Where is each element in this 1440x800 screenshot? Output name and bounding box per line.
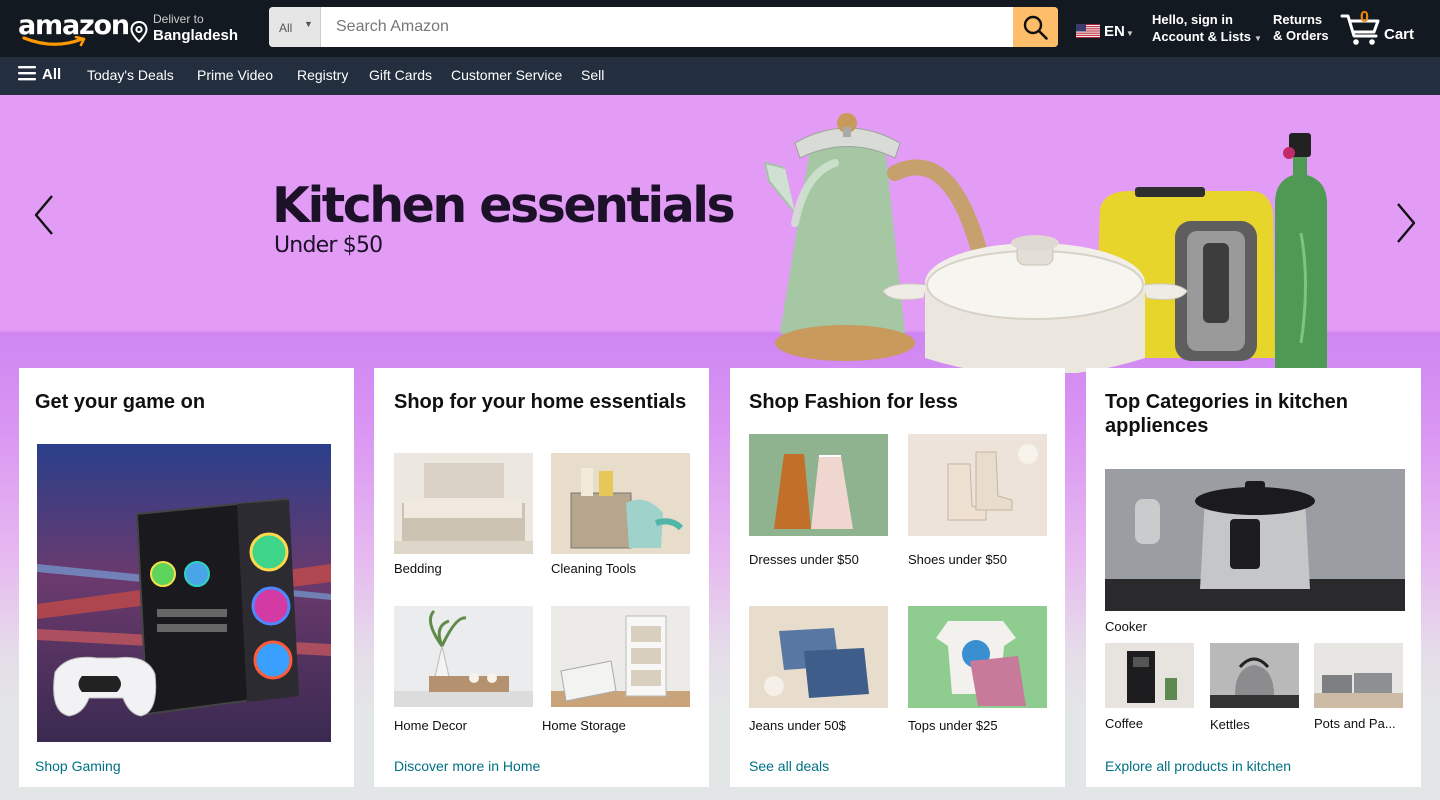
logo-smile-icon xyxy=(22,36,86,47)
nav-link-customer-service[interactable]: Customer Service xyxy=(451,67,562,83)
tops-image xyxy=(908,606,1047,708)
dresses-image xyxy=(749,434,888,536)
tile-caption: Dresses under $50 xyxy=(749,552,859,567)
card-gaming: Get your game on Shop Gaming xyxy=(19,368,354,787)
gaming-pc-image[interactable] xyxy=(37,444,331,742)
caret-down-icon: ▼ xyxy=(1253,34,1262,43)
search-icon xyxy=(1023,15,1048,40)
oil-bottle-image xyxy=(1275,133,1327,368)
pots-pans-image xyxy=(1314,643,1403,708)
nav-link-prime-video[interactable]: Prime Video xyxy=(197,67,273,83)
cart-count: 0 xyxy=(1360,9,1369,26)
account-lists-label: Account & Lists xyxy=(1152,29,1251,44)
hero-title: Kitchen essentials xyxy=(272,177,736,234)
amazon-logo[interactable]: amazon xyxy=(18,12,130,48)
top-nav: amazon Deliver to Bangladesh All ▼ Searc… xyxy=(0,0,1440,57)
tile-caption: Cleaning Tools xyxy=(551,561,637,576)
deliver-to-label: Deliver to xyxy=(153,12,204,26)
card-fashion: Shop Fashion for less Dresses under $50 … xyxy=(730,368,1065,787)
explore-kitchen-link[interactable]: Explore all products in kitchen xyxy=(1105,758,1291,774)
coffee-machine-image xyxy=(1105,643,1194,708)
cleaning-tools-image xyxy=(551,453,690,554)
tile-caption: Coffee xyxy=(1105,716,1144,731)
bedding-image xyxy=(394,453,533,554)
nav-link-sell[interactable]: Sell xyxy=(581,67,604,83)
card-title: Get your game on xyxy=(35,391,206,413)
search-button[interactable] xyxy=(1013,7,1058,47)
kettle-image xyxy=(1210,643,1299,708)
nav-link-gift-cards[interactable]: Gift Cards xyxy=(369,67,432,83)
tile-caption: Shoes under $50 xyxy=(908,552,1008,567)
card-title: Shop Fashion for less xyxy=(749,391,958,413)
returns-orders[interactable]: Returns & Orders xyxy=(1273,12,1329,44)
cart-button[interactable]: 0 Cart xyxy=(1340,9,1420,48)
hamburger-menu-icon xyxy=(18,65,36,80)
jeans-image xyxy=(749,606,888,708)
chevron-down-icon: ▼ xyxy=(304,19,313,29)
language-code: EN xyxy=(1104,23,1125,40)
discover-home-link[interactable]: Discover more in Home xyxy=(394,758,540,774)
tile-caption: Tops under $25 xyxy=(908,718,998,733)
search-input[interactable] xyxy=(322,7,1014,47)
tile-caption: Bedding xyxy=(394,561,442,576)
deliver-to-location: Bangladesh xyxy=(153,27,239,44)
home-storage-image xyxy=(551,606,690,707)
tile-caption: Pots and Pa... xyxy=(1314,716,1396,731)
nav-link-registry[interactable]: Registry xyxy=(297,67,348,83)
tile-caption: Jeans under 50$ xyxy=(749,718,846,733)
card-kitchen-appliances: Top Categories in kitchen appliences Coo… xyxy=(1086,368,1421,787)
see-all-deals-link[interactable]: See all deals xyxy=(749,758,829,774)
hero-kitchen-products-image xyxy=(763,113,1327,373)
tile-caption: Home Decor xyxy=(394,718,467,733)
tile-caption: Kettles xyxy=(1210,717,1250,732)
tile-caption: Home Storage xyxy=(542,718,626,733)
location-pin-icon xyxy=(130,21,148,43)
card-home-essentials: Shop for your home essentials Bedding Cl… xyxy=(374,368,709,787)
shop-gaming-link[interactable]: Shop Gaming xyxy=(35,758,121,774)
nav-link-todays-deals[interactable]: Today's Deals xyxy=(87,67,174,83)
secondary-nav: All Today's Deals Prime Video Registry G… xyxy=(0,57,1440,95)
card-title: Shop for your home essentials xyxy=(394,391,687,413)
search-bar: All ▼ xyxy=(269,7,1058,47)
caret-down-icon: ▼ xyxy=(1126,29,1134,38)
us-flag-icon xyxy=(1076,24,1100,38)
shoes-image xyxy=(908,434,1047,536)
cart-label: Cart xyxy=(1384,26,1415,43)
hero-subtitle: Under $50 xyxy=(274,233,383,258)
cooker-image xyxy=(1105,469,1405,611)
all-menu-button[interactable]: All xyxy=(18,65,62,83)
carousel-prev-arrow-icon[interactable] xyxy=(30,190,60,240)
returns-label: Returns xyxy=(1273,12,1323,27)
search-category-label: All xyxy=(279,21,293,35)
card-title: Top Categories in kitchen appliences xyxy=(1105,391,1348,437)
carousel-next-arrow-icon[interactable] xyxy=(1392,198,1422,248)
account-greeting: Hello, sign in xyxy=(1152,12,1233,27)
account-menu[interactable]: Hello, sign in Account & Lists ▼ xyxy=(1152,12,1262,44)
home-decor-image xyxy=(394,606,533,707)
search-category-dropdown[interactable]: All ▼ xyxy=(269,7,321,47)
orders-label: & Orders xyxy=(1273,28,1329,43)
all-menu-label: All xyxy=(42,66,62,83)
tile-caption: Cooker xyxy=(1105,619,1147,634)
